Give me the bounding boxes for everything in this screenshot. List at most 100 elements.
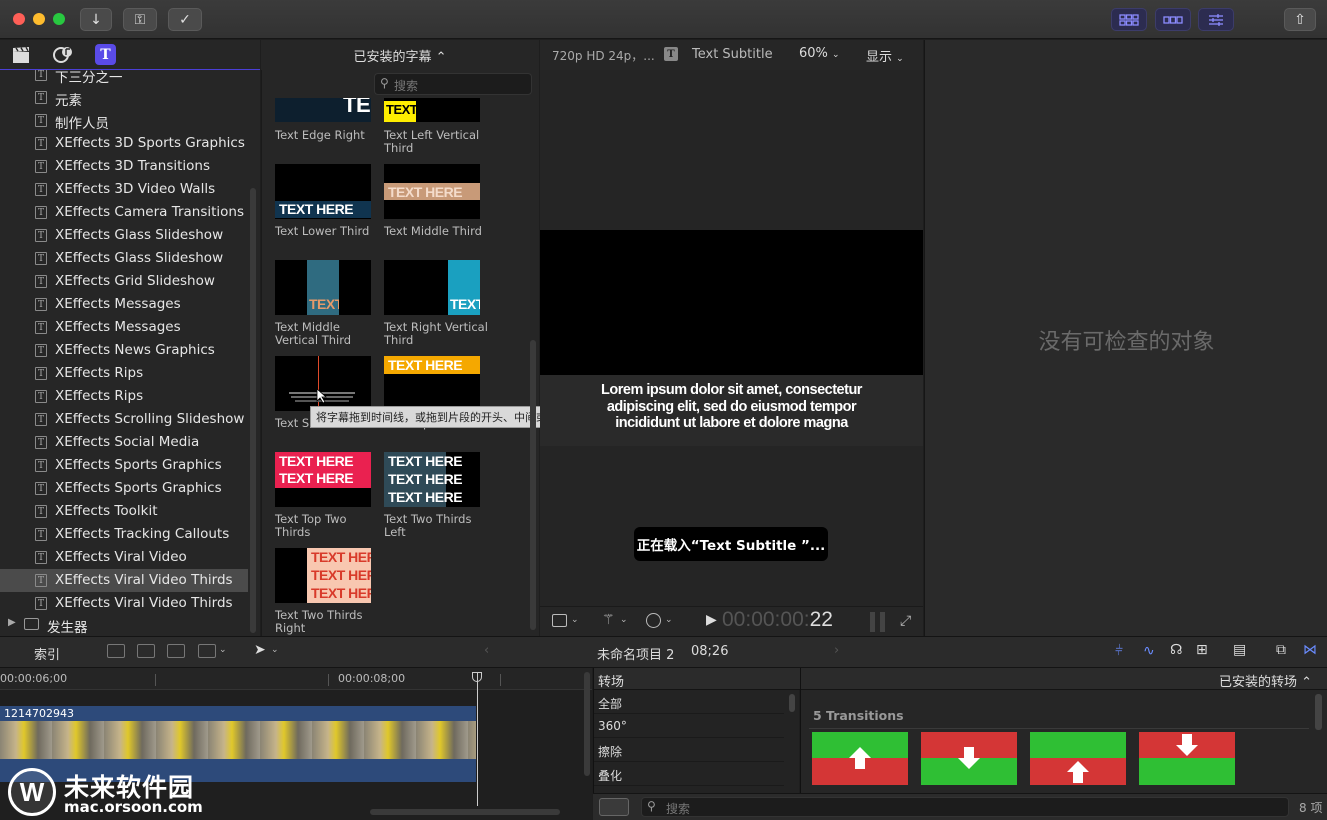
sidebar-item[interactable]: T XEffects Camera Transitions [0,201,248,224]
transition-thumb-slide-up[interactable] [1030,732,1126,785]
title-thumb-left-vertical-third[interactable]: TEXT [384,98,480,122]
grid-scrollbar[interactable] [1315,694,1322,730]
clip-appearance-icon[interactable]: ▤ [1233,642,1246,658]
timeline-ruler[interactable]: 00:00:06;00 00:00:08;00 [0,668,592,690]
timecode-display[interactable]: 00:00:00:22 [722,608,833,632]
sidebar-item[interactable]: T 元素 [0,86,248,109]
title-thumb-top-two-thirds[interactable]: TEXT HERE TEXT HERE [275,452,371,507]
sidebar-item[interactable]: T XEffects Messages [0,293,248,316]
chevron-down-icon[interactable]: ⌄ [571,615,579,625]
title-thumb-right-vertical-third[interactable]: TEXT [384,260,480,315]
category-item[interactable]: 擦除 [594,740,784,762]
transition-thumb-push-down[interactable] [921,732,1017,785]
viewer-format-menu[interactable]: 720p HD 24p，... [552,47,655,64]
sidebar-item[interactable]: T XEffects 3D Sports Graphics [0,132,248,155]
sidebar-item[interactable]: T XEffects 3D Video Walls [0,178,248,201]
sidebar-item[interactable]: T XEffects Sports Graphics [0,454,248,477]
sidebar-item[interactable]: T XEffects Rips [0,362,248,385]
connect-clip-icon[interactable] [107,644,125,658]
disclosure-triangle-icon[interactable]: ▶ [8,617,16,628]
import-button[interactable]: ↓ [80,8,112,31]
category-item[interactable]: 360° [594,716,784,738]
title-thumb-lower-third[interactable]: TEXT HERE [275,164,371,219]
title-thumb-top-third[interactable]: TEXT HERE [384,356,480,411]
transitions-search-field[interactable]: ⚲ 搜索 [641,797,1289,817]
sidebar-item[interactable]: T 下三分之一 [0,70,248,86]
sidebar-scrollbar[interactable] [250,188,256,633]
title-thumb-two-thirds-right[interactable]: TEXT HERE TEXT HERE TEXT HERE [275,548,371,603]
sidebar-item[interactable]: T XEffects Glass Slideshow [0,247,248,270]
sidebar-item[interactable]: T 制作人员 [0,109,248,132]
sidebar-item[interactable]: T XEffects Scrolling Slideshow [0,408,248,431]
display-menu[interactable]: 显示 ⌄ [866,46,904,65]
effects-browser-icon[interactable]: ⧉ [1276,642,1286,658]
snapping-icon[interactable]: ⊞ [1196,642,1208,658]
sidebar-item[interactable]: T XEffects Tracking Callouts [0,523,248,546]
headphones-icon[interactable]: ☊ [1170,642,1182,658]
sidebar-item[interactable]: T XEffects Grid Slideshow [0,270,248,293]
timeline-toggle-button[interactable] [1155,8,1191,31]
sidebar-item[interactable]: T XEffects Social Media [0,431,248,454]
photos-music-icon[interactable] [52,45,74,65]
zoom-window-button[interactable] [53,13,65,25]
skimming-icon[interactable]: ⫩ [1115,643,1123,659]
chevron-down-icon[interactable]: ⌄ [665,615,673,625]
title-thumb-edge-right[interactable]: TE [275,98,371,122]
sidebar-item-generators[interactable]: ▶ 发生器 [0,613,248,636]
category-item[interactable]: 叠化 [594,764,784,786]
back-arrow-icon[interactable]: ‹ [484,643,489,658]
browser-category-menu[interactable]: 已安装的字幕 ⌃ [353,46,446,65]
category-item[interactable]: 全部 [594,692,784,714]
speed-gauge-icon[interactable] [646,613,661,628]
installed-transitions-menu[interactable]: 已安装的转场 ⌃ [1219,671,1312,690]
transition-thumb-push-up[interactable] [812,732,908,785]
title-thumb-middle-vertical-third[interactable]: TEXT [275,260,371,315]
titles-generators-icon[interactable]: T [95,44,116,65]
insert-clip-icon[interactable] [137,644,155,658]
sidebar-item[interactable]: T XEffects Toolkit [0,500,248,523]
playhead[interactable] [477,672,478,806]
timeline-vertical-scrollbar[interactable] [584,672,590,776]
share-button[interactable]: ⇧ [1284,8,1316,31]
sidebar-item[interactable]: T XEffects Rips [0,385,248,408]
sidebar-item[interactable]: T XEffects Viral Video Thirds [0,569,248,592]
select-tool-icon[interactable]: ➤ [254,642,266,658]
title-thumb-middle-third[interactable]: TEXT HERE [384,164,480,219]
background-tasks-button[interactable]: ✓ [168,8,202,31]
sidebar-item[interactable]: T XEffects News Graphics [0,339,248,362]
transform-icon[interactable] [552,614,567,627]
zoom-menu[interactable]: 60% ⌄ [799,46,840,61]
sidebar-item[interactable]: T XEffects Viral Video [0,546,248,569]
append-clip-icon[interactable] [167,644,185,658]
browser-scrollbar[interactable] [530,340,536,630]
transitions-browser-icon[interactable]: ⋈ [1303,642,1317,658]
fullscreen-icon[interactable]: ⤢ [900,613,911,629]
sidebar-toggle-icon[interactable] [599,798,629,816]
category-scrollbar[interactable] [789,694,795,712]
close-window-button[interactable] [13,13,25,25]
sidebar-item[interactable]: T XEffects 3D Transitions [0,155,248,178]
audio-skimming-icon[interactable]: ∿ [1143,643,1155,659]
magic-wand-icon[interactable]: ⚚ [602,612,615,628]
sidebar-item[interactable]: T XEffects Glass Slideshow [0,224,248,247]
sidebar-item[interactable]: T XEffects Sports Graphics [0,477,248,500]
minimize-window-button[interactable] [33,13,45,25]
clapper-icon[interactable] [11,46,31,64]
timeline-horizontal-scrollbar[interactable] [370,809,560,815]
transition-thumb-slide-down[interactable] [1139,732,1235,785]
browser-search-field[interactable]: ⚲ 搜索 [374,73,532,95]
play-button[interactable]: ▶ [706,612,717,628]
sidebar-item[interactable]: T XEffects Viral Video Thirds [0,592,248,615]
chevron-down-icon[interactable]: ⌄ [271,645,279,655]
playhead-handle[interactable] [472,672,482,682]
browser-toggle-button[interactable] [1111,8,1147,31]
inspector-toggle-button[interactable] [1198,8,1234,31]
keywords-button[interactable]: ⚿ [123,8,157,31]
title-thumb-two-thirds-left[interactable]: TEXT HERE TEXT HERE TEXT HERE [384,452,480,507]
sidebar-item[interactable]: T XEffects Messages [0,316,248,339]
overwrite-clip-icon[interactable] [198,644,216,658]
chevron-down-icon[interactable]: ⌄ [620,615,628,625]
chevron-down-icon[interactable]: ⌄ [219,645,227,655]
forward-arrow-icon[interactable]: › [834,643,839,658]
index-button[interactable]: 索引 [34,644,60,663]
